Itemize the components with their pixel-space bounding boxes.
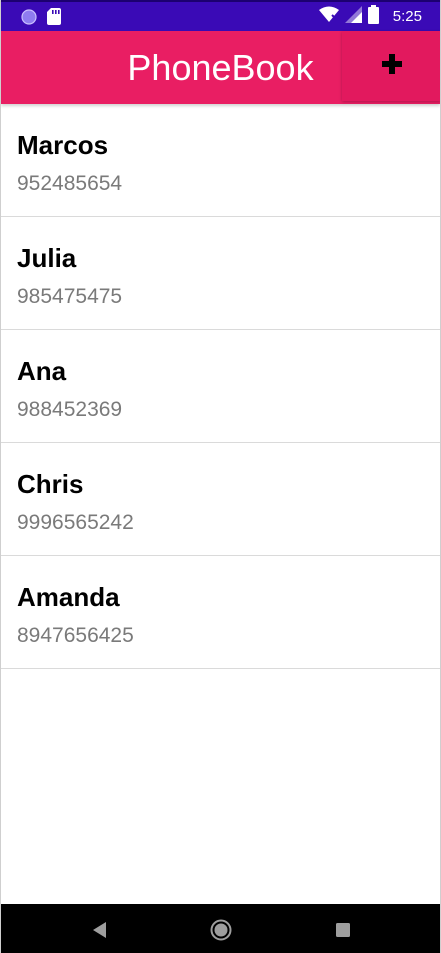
contact-phone: 8947656425	[17, 624, 134, 647]
home-icon[interactable]	[209, 918, 233, 942]
battery-icon	[367, 5, 379, 29]
status-bar: 5:25	[1, 0, 440, 31]
contact-row[interactable]: Julia 985475475	[1, 217, 440, 330]
contact-row[interactable]: Chris 9996565242	[1, 443, 440, 556]
contact-name: Marcos	[17, 130, 109, 160]
wifi-icon	[318, 6, 339, 28]
contact-name: Amanda	[17, 582, 120, 612]
add-contact-button[interactable]	[342, 31, 440, 101]
contact-phone: 988452369	[17, 398, 123, 421]
contact-row[interactable]: Marcos 952485654	[1, 104, 440, 217]
status-left-icons	[21, 8, 61, 30]
contact-phone: 9996565242	[17, 511, 134, 534]
navigation-bar	[1, 904, 440, 953]
contact-name: Julia	[17, 243, 77, 273]
contact-list: Marcos 952485654 Julia 985475475 Ana 988…	[1, 104, 440, 669]
plus-icon	[381, 53, 402, 79]
notification-dot-icon	[21, 8, 37, 30]
status-right-icons: 5:25	[318, 5, 422, 29]
contact-name: Chris	[17, 469, 84, 499]
contact-row[interactable]: Ana 988452369	[1, 330, 440, 443]
recents-icon[interactable]	[331, 918, 355, 942]
contact-phone: 952485654	[17, 172, 123, 195]
contact-row[interactable]: Amanda 8947656425	[1, 556, 440, 669]
contact-phone: 985475475	[17, 285, 123, 308]
app-bar: PhoneBook	[1, 31, 440, 104]
back-icon[interactable]	[87, 918, 111, 942]
status-time: 5:25	[392, 8, 422, 25]
phonebook-screen: 5:25 PhoneBook Marcos 952485654 Julia 98…	[0, 0, 441, 953]
signal-icon	[344, 6, 362, 28]
sd-card-icon	[47, 8, 61, 30]
contact-name: Ana	[17, 356, 67, 386]
